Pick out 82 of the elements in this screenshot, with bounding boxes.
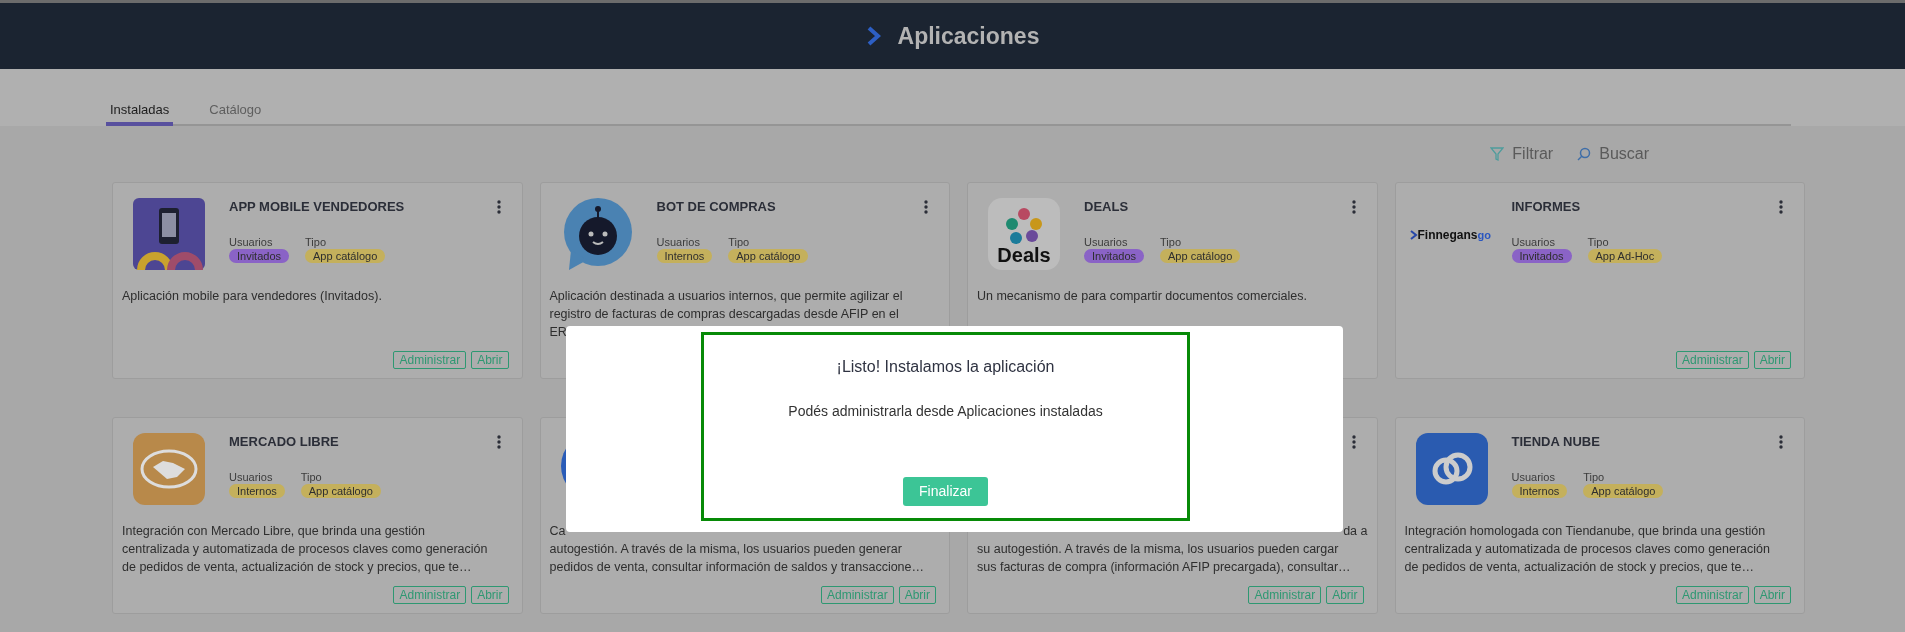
field-label: Usuarios <box>656 234 701 249</box>
card-button[interactable]: Administrar <box>820 586 894 604</box>
tag: App catálogo <box>1160 248 1241 263</box>
more-icon[interactable] <box>1779 200 1783 214</box>
app-title: INFORMES <box>1511 198 1582 216</box>
search-button[interactable]: Buscar <box>1577 142 1649 166</box>
field-label: Tipo <box>1160 234 1183 249</box>
app-title: TIENDA NUBE <box>1511 433 1601 451</box>
tag: App catálogo <box>1583 483 1664 498</box>
field-label: Usuarios <box>229 234 274 249</box>
tag: App Ad-Hoc <box>1587 248 1663 263</box>
tag: Invitados <box>229 248 290 263</box>
description-line: Un mecanismo de para compartir documentos comerciales. <box>977 288 1307 305</box>
page-title: Aplicaciones <box>897 21 1040 51</box>
filter-icon <box>1490 147 1505 161</box>
field-label: Tipo <box>728 234 751 249</box>
field-label: Tipo <box>1587 234 1610 249</box>
card-button[interactable]: Administrar <box>393 586 467 604</box>
description-line: Integración homologada con Tiendanube, que brinda una gestión <box>1404 523 1766 540</box>
linked-circles-icon <box>1415 433 1488 505</box>
description-line: autogestión. A través de la misma, los usuarios pueden generar <box>549 541 902 558</box>
field-label: Tipo <box>1583 469 1606 484</box>
description-line: de pedidos de venta, actualización de stock y precios, que te… <box>1404 559 1755 576</box>
search-icon <box>1577 147 1592 161</box>
description-line: sus facturas de compra (información AFIP precargada), consultar… <box>977 559 1351 576</box>
card-button[interactable]: Administrar <box>393 351 467 369</box>
phone-app-icon <box>133 198 205 270</box>
description-line: Ca <box>549 523 566 540</box>
more-icon[interactable] <box>1351 435 1356 449</box>
description-line: registro de facturas de compras descargadas desde AFIP en el <box>549 306 899 323</box>
card-button[interactable]: Abrir <box>1326 586 1364 604</box>
card-button[interactable]: Abrir <box>1753 586 1791 604</box>
description-line: centralizada y automatizada de procesos claves como generación <box>122 541 488 558</box>
description-line: da a <box>1343 523 1368 540</box>
card-button[interactable]: Administrar <box>1248 586 1322 604</box>
tab[interactable]: Catálogo <box>205 99 266 126</box>
field-label: Usuarios <box>1511 469 1556 484</box>
description-line: Aplicación mobile para vendedores (Invitados). <box>122 288 382 305</box>
handshake-icon <box>133 433 205 505</box>
finish-button[interactable]: Finalizar <box>903 477 988 506</box>
card-button[interactable]: Abrir <box>471 351 509 369</box>
more-icon[interactable] <box>924 200 928 214</box>
chevron-icon <box>865 26 882 46</box>
app-title: BOT DE COMPRAS <box>656 198 777 216</box>
field-label: Tipo <box>305 234 328 249</box>
tag: App catálogo <box>300 483 381 498</box>
description-line: Integración con Mercado Libre, que brinda una gestión <box>122 523 425 540</box>
card-button[interactable]: Abrir <box>1753 351 1791 369</box>
description-line: centralizada y automatizada de procesos claves como generación <box>1404 541 1770 558</box>
tag: Internos <box>1511 483 1568 498</box>
description-line: ER <box>549 324 567 341</box>
app-title: APP MOBILE VENDEDORES <box>229 198 406 216</box>
tag: App catálogo <box>728 248 809 263</box>
app-title: MERCADO LIBRE <box>229 433 340 451</box>
field-label: Tipo <box>300 469 323 484</box>
field-label: Usuarios <box>1511 234 1556 249</box>
tag: Internos <box>656 248 713 263</box>
description-line: de pedidos de venta, actualización de stock y precios, que te… <box>122 559 472 576</box>
finnegans-logo: Finnegansgo <box>1409 226 1512 244</box>
tag: Invitados <box>1511 248 1572 263</box>
field-label: Usuarios <box>229 469 274 484</box>
description-line: Aplicación destinada a usuarios internos, que permite agilizar el <box>549 288 903 305</box>
deals-logo: Deals <box>988 198 1060 270</box>
more-icon[interactable] <box>1351 200 1356 214</box>
app-title: DEALS <box>1084 198 1130 216</box>
more-icon[interactable] <box>496 435 501 449</box>
more-icon[interactable] <box>1779 435 1783 449</box>
card-button[interactable]: Administrar <box>1675 351 1749 369</box>
dialog-message: Podés administrarla desde Aplicaciones instaladas <box>788 402 1103 421</box>
card-button[interactable]: Administrar <box>1675 586 1749 604</box>
filter-button[interactable]: Filtrar <box>1490 142 1554 166</box>
tab[interactable]: Instaladas <box>106 99 174 126</box>
card-button[interactable]: Abrir <box>471 586 509 604</box>
tag: Invitados <box>1084 248 1145 263</box>
description-line: su autogestión. A través de la misma, los usuarios pueden cargar <box>977 541 1339 558</box>
tag: Internos <box>229 483 285 498</box>
more-icon[interactable] <box>496 200 501 214</box>
dialog-title: ¡Listo! Instalamos la aplicación <box>836 357 1055 377</box>
card-button[interactable]: Abrir <box>898 586 936 604</box>
field-label: Usuarios <box>1084 234 1129 249</box>
description-line: pedidos de venta, consultar información de saldos y transaccione… <box>549 559 925 576</box>
tag: App catálogo <box>305 248 386 263</box>
